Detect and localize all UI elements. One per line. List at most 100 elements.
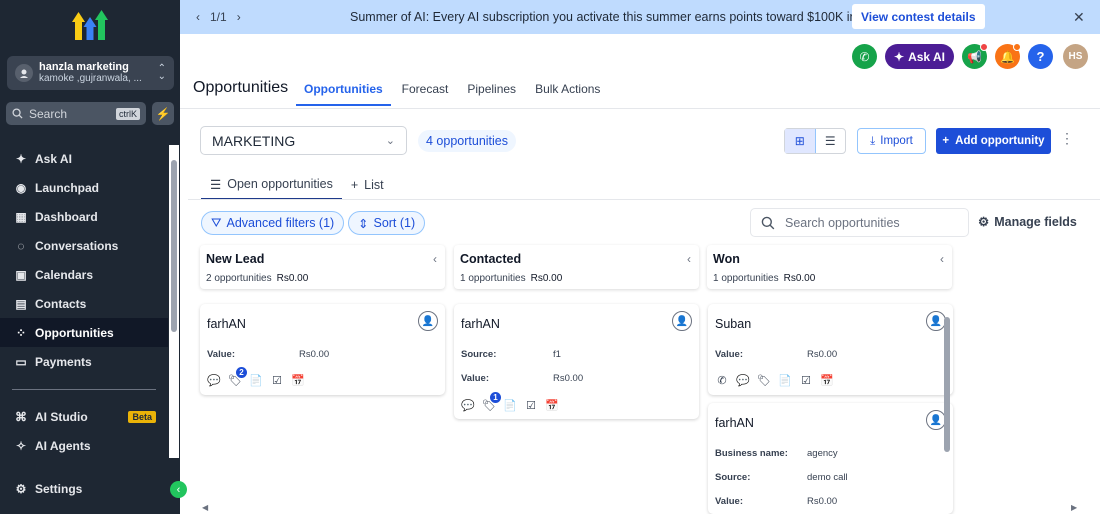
collapse-sidebar-button[interactable]: ‹ bbox=[170, 481, 187, 498]
page-title: Opportunities bbox=[193, 79, 289, 96]
tab-bulk-actions[interactable]: Bulk Actions bbox=[527, 76, 608, 106]
sidebar-item-launchpad[interactable]: ◉ Launchpad bbox=[0, 173, 168, 202]
tag-icon[interactable]: 🏷 bbox=[757, 373, 771, 387]
list-icon: ☰ bbox=[824, 134, 836, 148]
pipeline-select[interactable]: MARKETING ⌄ bbox=[200, 126, 407, 155]
sidebar-item-contacts[interactable]: ▤ Contacts bbox=[0, 289, 168, 318]
assign-user-icon[interactable]: 👤 bbox=[418, 311, 438, 331]
scroll-left-icon[interactable]: ◀ bbox=[202, 503, 208, 512]
scrollbar-thumb[interactable] bbox=[944, 317, 950, 452]
opportunity-card[interactable]: farhAN 👤 Business name: agency Source: dem… bbox=[708, 403, 953, 514]
payments-icon: ▭ bbox=[15, 354, 27, 369]
chat-icon[interactable]: 💬 bbox=[461, 398, 475, 412]
sidebar-item-dashboard[interactable]: ▦ Dashboard bbox=[0, 202, 168, 231]
sort-button[interactable]: ⇕ Sort (1) bbox=[348, 211, 426, 235]
view-contest-button[interactable]: View contest details bbox=[852, 4, 985, 29]
task-icon[interactable]: ☑ bbox=[799, 373, 813, 387]
calendar-icon[interactable]: 📅 bbox=[545, 398, 559, 412]
field-value: agency bbox=[807, 448, 838, 459]
help-button[interactable]: ? bbox=[1027, 44, 1053, 69]
ask-ai-button[interactable]: ✦ Ask AI bbox=[885, 44, 954, 69]
notification-dot bbox=[1012, 43, 1021, 51]
banner-pager: ‹ 1/1 › bbox=[196, 10, 241, 24]
sidebar-item-calendars[interactable]: ▣ Calendars bbox=[0, 260, 168, 289]
tab-opportunities[interactable]: Opportunities bbox=[296, 76, 391, 106]
field-label: Business name: bbox=[715, 448, 788, 459]
board-view-button[interactable]: ⊞ bbox=[785, 129, 816, 153]
collapse-column-icon[interactable]: ‹ bbox=[940, 252, 944, 266]
add-opportunity-label: Add opportunity bbox=[955, 135, 1045, 147]
sidebar-search[interactable]: Search ctrlK bbox=[6, 102, 146, 125]
import-label: Import bbox=[880, 135, 913, 147]
account-name: hanzla marketing bbox=[39, 61, 129, 73]
tab-open-opportunities[interactable]: ☰ Open opportunities bbox=[201, 170, 342, 200]
sidebar-item-label: Dashboard bbox=[35, 209, 98, 224]
quick-actions-button[interactable]: ⚡ bbox=[152, 102, 174, 125]
manage-fields-button[interactable]: ⚙ Manage fields bbox=[978, 214, 1077, 230]
note-icon[interactable]: 📄 bbox=[249, 373, 263, 387]
avatar[interactable]: HS bbox=[1062, 44, 1088, 69]
tab-list[interactable]: + List bbox=[342, 170, 393, 200]
calendar-icon[interactable]: 📅 bbox=[820, 373, 834, 387]
notifications-button[interactable]: 🔔 bbox=[994, 43, 1021, 69]
download-icon: ⤓ bbox=[870, 134, 876, 147]
chevron-left-icon[interactable]: ‹ bbox=[196, 10, 200, 24]
tab-pipelines[interactable]: Pipelines bbox=[459, 76, 524, 106]
scroll-right-icon[interactable]: ▶ bbox=[1071, 503, 1077, 512]
search-icon bbox=[12, 108, 23, 119]
task-icon[interactable]: ☑ bbox=[270, 373, 284, 387]
calendar-icon: ▣ bbox=[15, 267, 27, 282]
tag-count-badge: 1 bbox=[490, 392, 501, 403]
card-name: Suban bbox=[715, 317, 752, 331]
field-value: Rs0.00 bbox=[553, 373, 584, 384]
tag-count-badge: 2 bbox=[236, 367, 247, 378]
tag-icon[interactable]: 🏷 2 bbox=[228, 367, 247, 387]
sidebar-item-ai-agents[interactable]: ✧ AI Agents bbox=[0, 431, 168, 460]
field-label: Value: bbox=[461, 373, 489, 384]
account-switcher[interactable]: hanzla marketing kamoke ,gujranwala, ...… bbox=[7, 56, 174, 90]
column-scrollbar[interactable] bbox=[942, 307, 952, 499]
sidebar-scrollbar[interactable] bbox=[169, 145, 179, 458]
subtab-label: Open opportunities bbox=[227, 177, 333, 191]
more-options-icon[interactable]: ⋮ bbox=[1060, 130, 1074, 147]
sidebar-item-payments[interactable]: ▭ Payments bbox=[0, 347, 168, 376]
opportunity-card[interactable]: farhAN 👤 Value: Rs0.00 💬 🏷 2 📄 ☑ 📅 bbox=[200, 304, 445, 395]
collapse-column-icon[interactable]: ‹ bbox=[687, 252, 691, 266]
sidebar-item-ask-ai[interactable]: ✦ Ask AI bbox=[0, 144, 168, 173]
scrollbar-thumb[interactable] bbox=[171, 160, 177, 332]
advanced-filters-button[interactable]: ⛛ Advanced filters (1) bbox=[201, 211, 345, 235]
chat-icon[interactable]: 💬 bbox=[736, 373, 750, 387]
task-icon[interactable]: ☑ bbox=[524, 398, 538, 412]
note-icon[interactable]: 📄 bbox=[503, 398, 517, 412]
sidebar-item-label: Contacts bbox=[35, 296, 87, 311]
sidebar: hanzla marketing kamoke ,gujranwala, ...… bbox=[0, 0, 187, 514]
sidebar-item-opportunities[interactable]: ⁘ Opportunities bbox=[0, 318, 168, 347]
import-button[interactable]: ⤓ Import bbox=[857, 128, 926, 154]
sidebar-item-ai-studio[interactable]: ⌘ AI Studio Beta bbox=[0, 402, 168, 431]
column-title: Won bbox=[713, 252, 740, 266]
tag-icon[interactable]: 🏷 1 bbox=[482, 392, 501, 412]
add-opportunity-button[interactable]: + Add opportunity bbox=[936, 128, 1051, 154]
sidebar-item-conversations[interactable]: ◌ Conversations bbox=[0, 231, 168, 260]
announcements-button[interactable]: 📢 bbox=[961, 43, 988, 69]
column-amount: Rs0.00 bbox=[530, 273, 563, 284]
sort-icon: ⇕ bbox=[358, 216, 369, 231]
assign-user-icon[interactable]: 👤 bbox=[672, 311, 692, 331]
chat-icon[interactable]: 💬 bbox=[207, 373, 221, 387]
phone-button[interactable]: ✆ bbox=[852, 44, 877, 69]
plus-icon: + bbox=[942, 135, 950, 147]
chevron-right-icon[interactable]: › bbox=[237, 10, 241, 24]
calendar-icon[interactable]: 📅 bbox=[291, 373, 305, 387]
collapse-column-icon[interactable]: ‹ bbox=[433, 252, 437, 266]
tab-forecast[interactable]: Forecast bbox=[394, 76, 457, 106]
list-view-button[interactable]: ☰ bbox=[816, 129, 846, 153]
phone-icon[interactable]: ✆ bbox=[715, 373, 729, 387]
sidebar-item-settings[interactable]: ⚙ Settings bbox=[0, 474, 168, 503]
note-icon[interactable]: 📄 bbox=[778, 373, 792, 387]
close-icon[interactable]: ✕ bbox=[1073, 9, 1085, 26]
opportunity-card[interactable]: Suban 👤 Value: Rs0.00 ✆ 💬 🏷 📄 ☑ 📅 bbox=[708, 304, 953, 395]
opportunity-card[interactable]: farhAN 👤 Source: f1 Value: Rs0.00 💬 🏷 1 📄 ☑… bbox=[454, 304, 699, 419]
lightning-icon: ⚡ bbox=[155, 106, 171, 121]
search-opportunities-input[interactable]: Search opportunities bbox=[750, 208, 969, 237]
column-count: 1 opportunities bbox=[460, 273, 526, 284]
